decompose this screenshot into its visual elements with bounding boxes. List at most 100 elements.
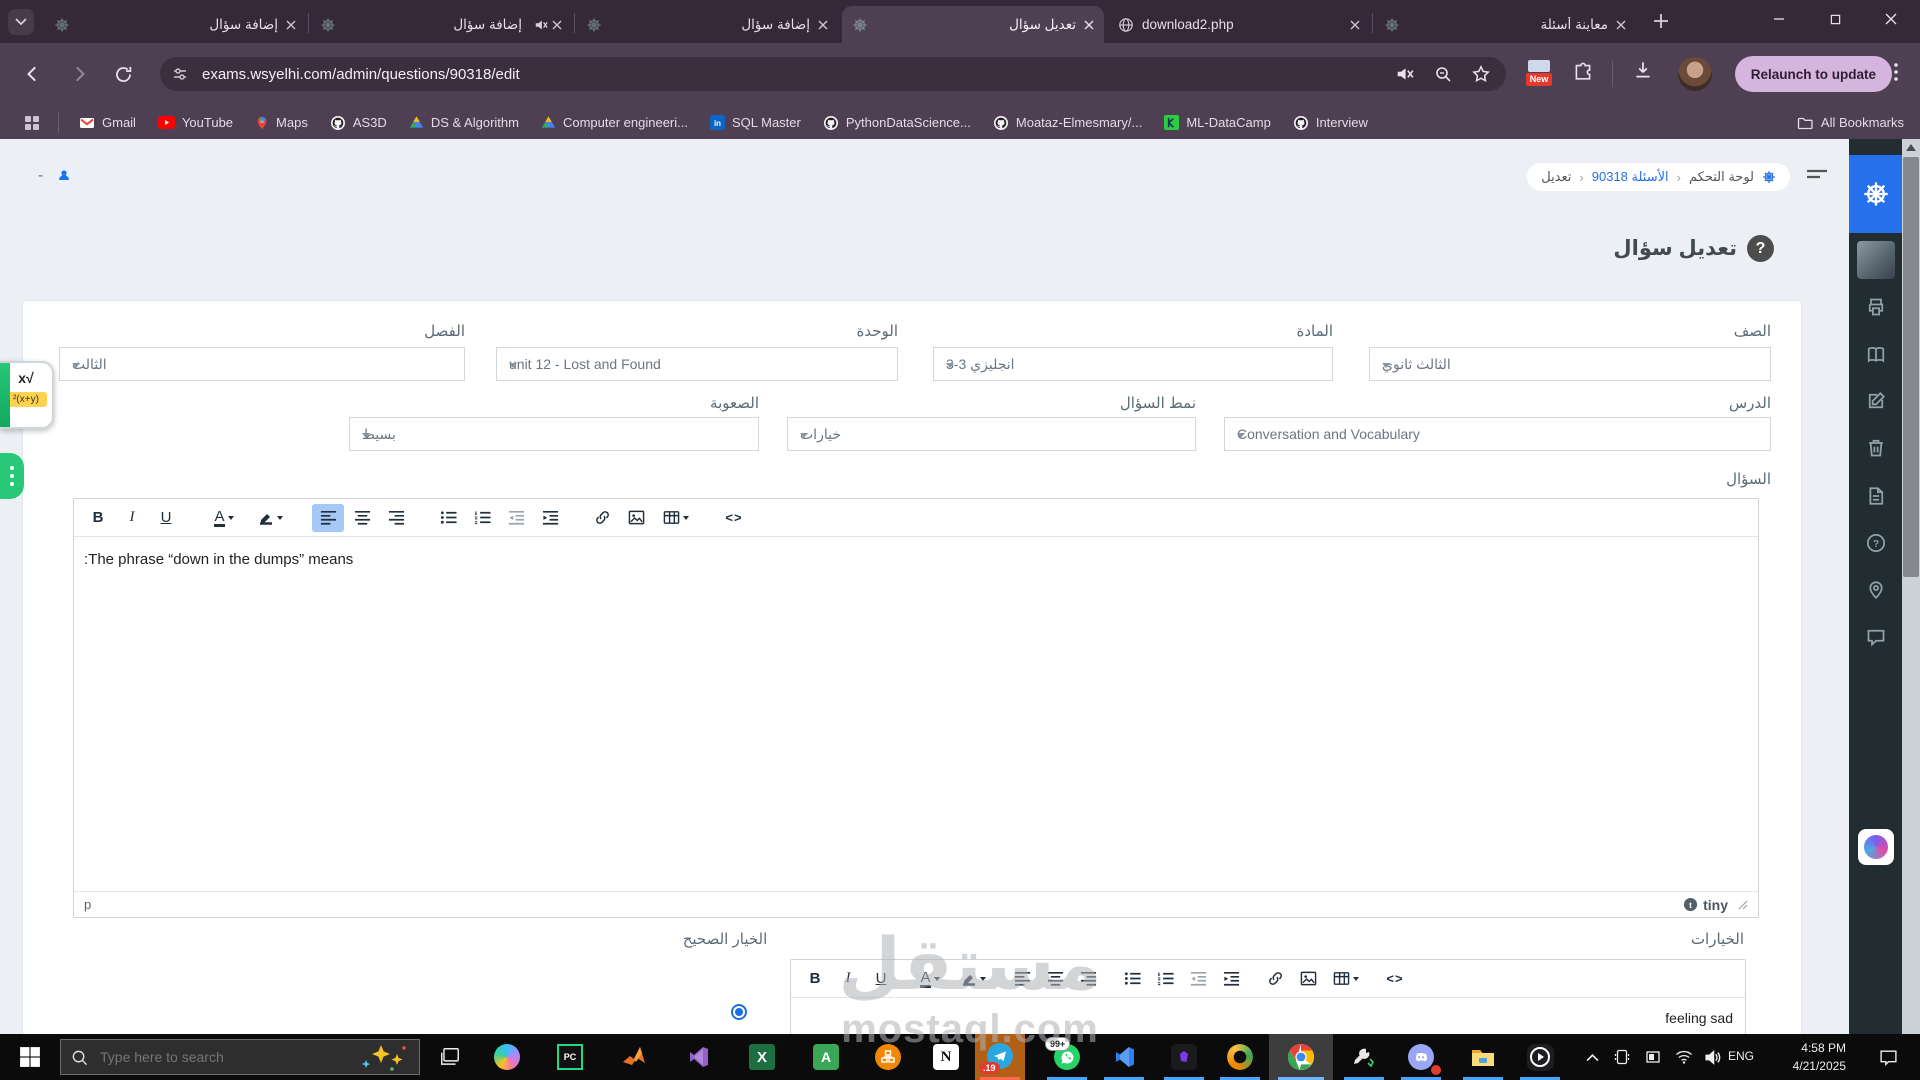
vscode-icon[interactable]: [1108, 1041, 1140, 1073]
insert-image-button[interactable]: [620, 504, 652, 532]
sidebar-item-books[interactable]: [1849, 344, 1902, 364]
tab-close-icon[interactable]: [1084, 20, 1094, 30]
omnibox[interactable]: [160, 57, 1506, 91]
question-editor-content[interactable]: :The phrase “down in the dumps” means: [74, 537, 1758, 582]
extension-new-icon[interactable]: New: [1524, 59, 1554, 89]
numbered-list-button[interactable]: [1149, 965, 1181, 993]
site-settings-icon[interactable]: [160, 66, 200, 82]
scrollbar-up-arrow[interactable]: [1906, 144, 1916, 151]
sidebar-item-dashboard-active[interactable]: [1849, 155, 1902, 233]
align-right-button[interactable]: [1072, 965, 1104, 993]
apps-grid-icon[interactable]: [24, 115, 40, 131]
sidebar-item-print[interactable]: [1849, 297, 1902, 317]
tab-download2[interactable]: download2.php: [1108, 6, 1370, 43]
collapsed-widget-tab[interactable]: [0, 453, 24, 499]
sidebar-item-chat[interactable]: [1849, 627, 1902, 647]
tab-search-button[interactable]: [8, 9, 34, 35]
search-input[interactable]: [98, 1048, 347, 1066]
subject-select[interactable]: انجليزي 3-3: [933, 347, 1333, 381]
matlab-icon[interactable]: [618, 1041, 650, 1073]
sidebar-item-trash[interactable]: [1849, 438, 1902, 458]
reload-button[interactable]: [106, 57, 140, 91]
sidebar-item-location[interactable]: [1849, 580, 1902, 600]
profile-avatar[interactable]: [1678, 57, 1712, 91]
table-button[interactable]: [654, 504, 698, 532]
text-color-button[interactable]: A: [202, 504, 246, 532]
telegram-tile[interactable]: .19: [975, 1034, 1025, 1080]
indent-button[interactable]: [1215, 965, 1247, 993]
numbered-list-button[interactable]: [466, 504, 498, 532]
tray-device-icon[interactable]: [1606, 1041, 1638, 1073]
drawio-icon[interactable]: [872, 1041, 904, 1073]
breadcrumb-questions-link[interactable]: الأسئلة 90318: [1592, 169, 1669, 185]
tinymce-brand[interactable]: t tiny: [1683, 897, 1728, 913]
visual-studio-icon[interactable]: [682, 1041, 714, 1073]
mini-profile-avatar[interactable]: [53, 164, 75, 186]
zoom-icon[interactable]: [1434, 65, 1452, 83]
taskbar-search-box[interactable]: [60, 1039, 420, 1075]
source-code-button[interactable]: <>: [1379, 965, 1411, 993]
notifications-icon[interactable]: [1872, 1041, 1904, 1073]
extensions-icon[interactable]: [1572, 59, 1594, 81]
sidebar-profile-thumbnail[interactable]: [1849, 241, 1902, 279]
text-color-button[interactable]: A: [909, 965, 951, 993]
notion-icon[interactable]: N: [930, 1041, 962, 1073]
option-editor-content[interactable]: feeling sad: [791, 998, 1745, 1034]
question-type-select[interactable]: خيارات: [787, 417, 1196, 451]
align-right-button[interactable]: [380, 504, 412, 532]
pycharm-icon[interactable]: PC: [554, 1041, 586, 1073]
bookmark-as3d[interactable]: AS3D: [330, 115, 387, 131]
lesson-select[interactable]: Conversation and Vocabulary: [1224, 417, 1771, 451]
source-code-button[interactable]: <>: [718, 504, 750, 532]
bold-button[interactable]: B: [799, 965, 831, 993]
window-minimize-button[interactable]: [1756, 0, 1802, 38]
underline-button[interactable]: U: [150, 504, 182, 532]
start-button[interactable]: [14, 1041, 46, 1073]
chapter-select[interactable]: الثالث: [59, 347, 465, 381]
back-button[interactable]: [16, 57, 50, 91]
url-input[interactable]: [200, 64, 1380, 84]
tab-mute-icon[interactable]: [1396, 65, 1414, 83]
bookmark-maps[interactable]: Maps: [255, 115, 308, 130]
excel-icon[interactable]: X: [746, 1041, 778, 1073]
copilot-icon[interactable]: [491, 1041, 523, 1073]
resize-grip-icon[interactable]: [1738, 900, 1748, 910]
language-indicator[interactable]: ENG: [1728, 1049, 1754, 1063]
italic-button[interactable]: I: [116, 504, 148, 532]
obsidian-icon[interactable]: [1168, 1041, 1200, 1073]
bookmark-interview[interactable]: Interview: [1293, 115, 1368, 131]
bold-button[interactable]: B: [82, 504, 114, 532]
correct-option-radio[interactable]: [731, 1004, 747, 1020]
task-view-button[interactable]: [434, 1041, 466, 1073]
tab-close-icon[interactable]: [552, 20, 562, 30]
volume-icon[interactable]: [1696, 1041, 1728, 1073]
sidebar-item-ai-assistant[interactable]: [1849, 829, 1902, 865]
class-select[interactable]: الثالث ثانوي: [1369, 347, 1771, 381]
c-ring-app-icon[interactable]: [1224, 1041, 1256, 1073]
unit-select[interactable]: unit 12 - Lost and Found: [496, 347, 898, 381]
element-path[interactable]: p: [84, 897, 91, 912]
tab-preview-questions[interactable]: معاينة أسئلة: [1374, 6, 1636, 43]
table-button[interactable]: [1325, 965, 1367, 993]
tab-add-question-1[interactable]: إضافة سؤال: [44, 6, 306, 43]
bullet-list-button[interactable]: [1116, 965, 1148, 993]
new-tab-button[interactable]: [1650, 10, 1672, 32]
chrome-tile-active[interactable]: [1269, 1034, 1333, 1080]
scrollbar-thumb[interactable]: [1903, 157, 1919, 577]
underline-button[interactable]: U: [865, 965, 897, 993]
tab-close-icon[interactable]: [1350, 20, 1360, 30]
translate-icon[interactable]: A: [810, 1041, 842, 1073]
bookmark-python-datascience[interactable]: PythonDataScience...: [823, 115, 971, 131]
relaunch-button[interactable]: Relaunch to update: [1734, 56, 1892, 92]
window-maximize-button[interactable]: [1812, 0, 1858, 38]
align-center-button[interactable]: [346, 504, 378, 532]
file-explorer-icon[interactable]: [1467, 1041, 1499, 1073]
align-left-button[interactable]: [312, 503, 344, 532]
browser-menu-kebab-icon[interactable]: [1894, 63, 1898, 81]
media-player-icon[interactable]: [1524, 1041, 1556, 1073]
tray-chevron-up-icon[interactable]: [1576, 1041, 1608, 1073]
bookmark-star-icon[interactable]: [1472, 65, 1490, 83]
page-scrollbar[interactable]: [1902, 139, 1920, 1034]
discord-icon[interactable]: [1405, 1041, 1441, 1075]
tab-close-icon[interactable]: [1616, 20, 1626, 30]
